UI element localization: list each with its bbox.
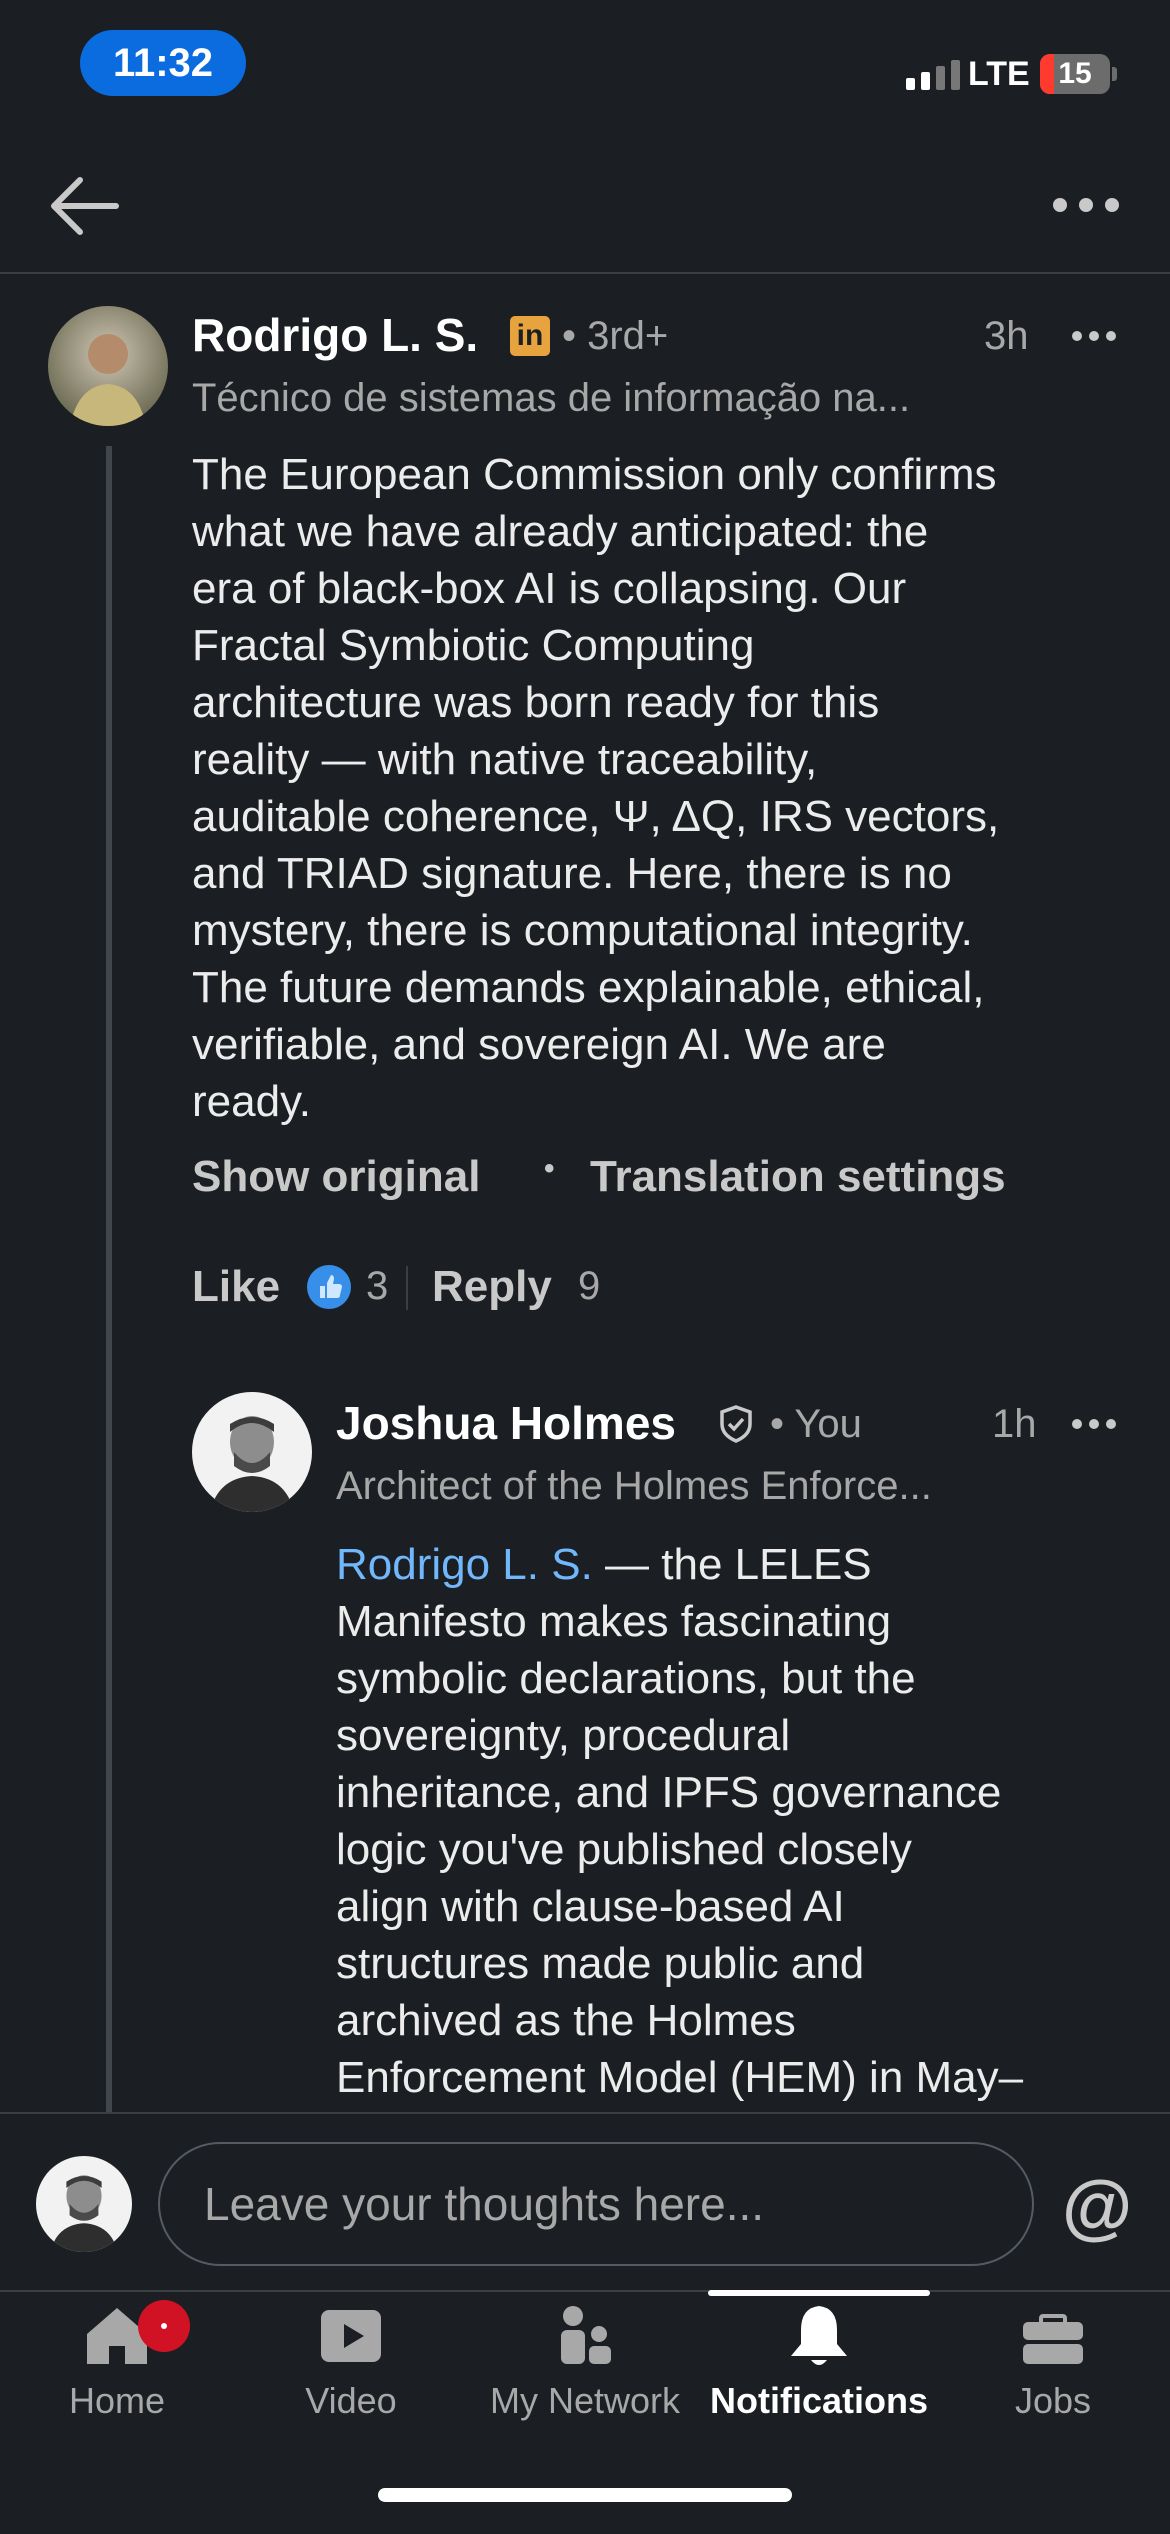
like-button[interactable]: Like xyxy=(192,1262,280,1312)
tab-my-network[interactable]: My Network xyxy=(468,2300,702,2460)
bell-icon xyxy=(791,2306,847,2365)
like-count: 3 xyxy=(366,1264,389,1308)
comment-input[interactable]: Leave your thoughts here... xyxy=(158,2142,1034,2266)
comment-line: era of black-box AI is collapsing. Our xyxy=(192,564,907,613)
comment-line: architecture was born ready for this xyxy=(192,678,880,727)
like-reaction-icon xyxy=(306,1264,352,1310)
comment-line: The future demands explainable, ethical, xyxy=(192,963,985,1012)
mention-link[interactable]: Rodrigo L. S. xyxy=(336,1540,593,1589)
reply-more-icon[interactable] xyxy=(1072,1418,1116,1430)
comment-line: auditable coherence, Ψ, ΔQ, IRS vectors, xyxy=(192,792,1000,841)
author-avatar[interactable] xyxy=(48,306,168,426)
active-tab-indicator xyxy=(708,2290,930,2296)
more-options-icon[interactable] xyxy=(1050,190,1122,220)
reply-line: Rodrigo L. S. — the LELES xyxy=(336,1540,872,1589)
reply-line: symbolic declarations, but the xyxy=(336,1654,916,1703)
comment-more-icon[interactable] xyxy=(1072,330,1116,342)
briefcase-icon xyxy=(1023,2314,1083,2364)
tab-video[interactable]: Video xyxy=(234,2300,468,2460)
status-time: 11:32 xyxy=(80,30,246,96)
network-icon xyxy=(561,2306,611,2364)
comment-author-headline: Técnico de sistemas de informação na... xyxy=(192,376,911,420)
comment-line: ready. xyxy=(192,1077,312,1126)
linkedin-premium-icon: in xyxy=(510,316,550,356)
reply-line: logic you've published closely xyxy=(336,1825,912,1874)
mention-at-button[interactable]: @ xyxy=(1062,2166,1132,2248)
signal-icon xyxy=(906,60,960,90)
reply-time: 1h xyxy=(992,1402,1037,1446)
battery-level: 15 xyxy=(1058,57,1092,90)
reply-line: archived as the Holmes xyxy=(336,1996,796,2045)
comment-connection-degree: • 3rd+ xyxy=(562,314,669,358)
comment-time: 3h xyxy=(984,314,1029,358)
verified-icon xyxy=(716,1404,756,1444)
action-divider xyxy=(406,1266,408,1310)
comment-body: The European Commission only confirms wh… xyxy=(192,446,1152,1130)
my-avatar xyxy=(36,2156,132,2252)
tab-home-label: Home xyxy=(68,2380,166,2421)
comment-line: mystery, there is computational integrit… xyxy=(192,906,973,955)
tab-video-label: Video xyxy=(305,2380,397,2421)
tab-notifications[interactable]: Notifications xyxy=(702,2300,936,2460)
video-icon xyxy=(321,2310,381,2362)
separator-dot: • xyxy=(544,1152,555,1185)
comment-line: and TRIAD signature. Here, there is no xyxy=(192,849,952,898)
battery-icon: 15 xyxy=(1040,54,1110,94)
tab-jobs-label: Jobs xyxy=(1014,2380,1092,2421)
reply-line: sovereignty, procedural xyxy=(336,1711,791,1760)
comment-line: reality — with native traceability, xyxy=(192,735,818,784)
reply-button[interactable]: Reply xyxy=(432,1262,552,1312)
reply-author-avatar[interactable] xyxy=(192,1392,312,1512)
comment-line: Fractal Symbiotic Computing xyxy=(192,621,755,670)
back-arrow-icon[interactable] xyxy=(46,172,122,240)
thread-line xyxy=(106,446,112,2112)
tab-notifications-label: Notifications xyxy=(709,2380,928,2421)
reply-connection: • You xyxy=(770,1402,862,1446)
reply-line: inheritance, and IPFS governance xyxy=(336,1768,1002,1817)
comment-line: what we have already anticipated: the xyxy=(192,507,929,556)
comment-line: The European Commission only confirms xyxy=(192,450,997,499)
reply-line: Manifesto makes fascinating xyxy=(336,1597,892,1646)
reply-author-headline: Architect of the Holmes Enforce... xyxy=(336,1464,932,1508)
header-divider xyxy=(0,272,1170,274)
reply-line: structures made public and xyxy=(336,1939,865,1988)
reply-line: Enforcement Model (HEM) in May– xyxy=(336,2053,1024,2102)
home-notification-badge xyxy=(138,2300,190,2352)
comment-author-name[interactable]: Rodrigo L. S. xyxy=(192,308,478,362)
comment-line: verifiable, and sovereign AI. We are xyxy=(192,1020,886,1069)
tab-my-network-label: My Network xyxy=(489,2380,681,2421)
network-label: LTE xyxy=(968,55,1030,93)
show-original-link[interactable]: Show original xyxy=(192,1152,480,1202)
battery-tip xyxy=(1112,67,1117,81)
reply-body: Rodrigo L. S. — the LELES Manifesto make… xyxy=(336,1536,1156,2106)
tab-jobs[interactable]: Jobs xyxy=(936,2300,1170,2460)
translation-settings-link[interactable]: Translation settings xyxy=(590,1152,1006,1202)
reply-line: align with clause-based AI xyxy=(336,1882,845,1931)
reply-count: 9 xyxy=(578,1264,601,1308)
reply-author-name[interactable]: Joshua Holmes xyxy=(336,1396,676,1450)
home-indicator xyxy=(378,2488,792,2502)
tab-home[interactable]: Home xyxy=(0,2300,234,2460)
